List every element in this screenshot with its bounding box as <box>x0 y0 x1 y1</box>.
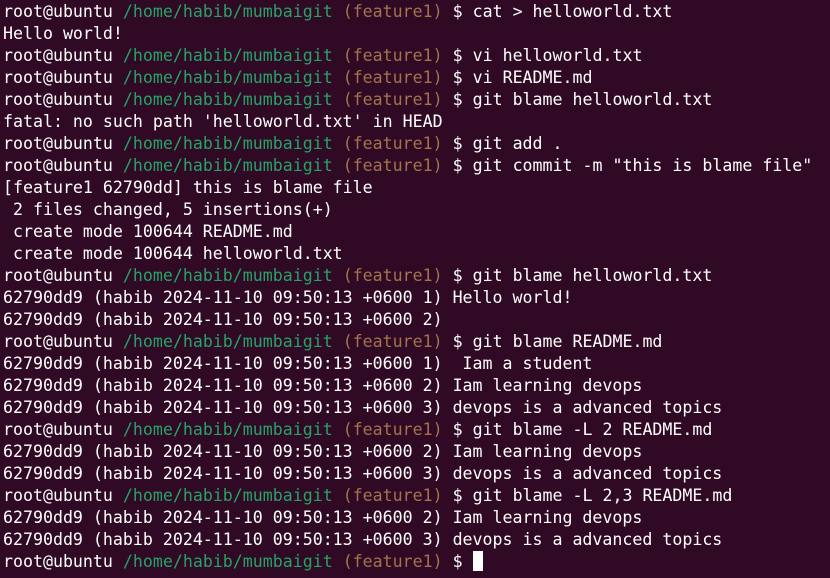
output-text: 62790dd9 (habib 2024-11-10 09:50:13 +060… <box>3 310 443 329</box>
prompt-symbol: $ <box>452 156 463 175</box>
command-text: git blame helloworld.txt <box>472 90 713 109</box>
output-text: 62790dd9 (habib 2024-11-10 09:50:13 +060… <box>3 508 643 527</box>
output-text: [feature1 62790dd] this is blame file <box>3 178 373 197</box>
output-line: 62790dd9 (habib 2024-11-10 09:50:13 +060… <box>3 353 830 375</box>
prompt-symbol: $ <box>452 420 463 439</box>
output-line: 62790dd9 (habib 2024-11-10 09:50:13 +060… <box>3 529 830 551</box>
prompt-symbol: $ <box>452 266 463 285</box>
prompt-branch: (feature1) <box>342 68 443 87</box>
prompt-line: root@ubuntu /home/habib/mumbaigit (featu… <box>3 89 830 111</box>
output-text: 62790dd9 (habib 2024-11-10 09:50:13 +060… <box>3 376 643 395</box>
command-text: vi README.md <box>472 68 593 87</box>
prompt-branch: (feature1) <box>342 90 443 109</box>
output-line: 62790dd9 (habib 2024-11-10 09:50:13 +060… <box>3 397 830 419</box>
prompt-branch: (feature1) <box>342 134 443 153</box>
prompt-user-host: root@ubuntu <box>3 420 113 439</box>
prompt-user-host: root@ubuntu <box>3 156 113 175</box>
prompt-line: root@ubuntu /home/habib/mumbaigit (featu… <box>3 551 830 573</box>
prompt-user-host: root@ubuntu <box>3 266 113 285</box>
output-text: 2 files changed, 5 insertions(+) <box>3 200 333 219</box>
output-line: 62790dd9 (habib 2024-11-10 09:50:13 +060… <box>3 287 830 309</box>
output-line: Hello world! <box>3 23 830 45</box>
prompt-branch: (feature1) <box>342 420 443 439</box>
output-text: Hello world! <box>3 24 123 43</box>
prompt-user-host: root@ubuntu <box>3 90 113 109</box>
prompt-symbol: $ <box>452 332 463 351</box>
output-line: [feature1 62790dd] this is blame file <box>3 177 830 199</box>
output-line: 62790dd9 (habib 2024-11-10 09:50:13 +060… <box>3 309 830 331</box>
prompt-symbol: $ <box>452 134 463 153</box>
prompt-path: /home/habib/mumbaigit <box>122 332 333 351</box>
prompt-line: root@ubuntu /home/habib/mumbaigit (featu… <box>3 485 830 507</box>
prompt-line: root@ubuntu /home/habib/mumbaigit (featu… <box>3 45 830 67</box>
prompt-symbol: $ <box>452 2 463 21</box>
prompt-user-host: root@ubuntu <box>3 486 113 505</box>
output-line: 2 files changed, 5 insertions(+) <box>3 199 830 221</box>
output-line: 62790dd9 (habib 2024-11-10 09:50:13 +060… <box>3 375 830 397</box>
prompt-user-host: root@ubuntu <box>3 332 113 351</box>
output-text: 62790dd9 (habib 2024-11-10 09:50:13 +060… <box>3 464 723 483</box>
prompt-symbol: $ <box>452 486 463 505</box>
prompt-path: /home/habib/mumbaigit <box>122 46 333 65</box>
output-line: 62790dd9 (habib 2024-11-10 09:50:13 +060… <box>3 507 830 529</box>
command-text: git blame README.md <box>472 332 663 351</box>
output-text: 62790dd9 (habib 2024-11-10 09:50:13 +060… <box>3 288 573 307</box>
prompt-path: /home/habib/mumbaigit <box>122 134 333 153</box>
prompt-user-host: root@ubuntu <box>3 46 113 65</box>
prompt-branch: (feature1) <box>342 486 443 505</box>
output-line: create mode 100644 README.md <box>3 221 830 243</box>
prompt-branch: (feature1) <box>342 332 443 351</box>
command-text: vi helloworld.txt <box>472 46 643 65</box>
prompt-line: root@ubuntu /home/habib/mumbaigit (featu… <box>3 265 830 287</box>
output-text: create mode 100644 README.md <box>3 222 293 241</box>
prompt-path: /home/habib/mumbaigit <box>122 266 333 285</box>
output-line: 62790dd9 (habib 2024-11-10 09:50:13 +060… <box>3 463 830 485</box>
prompt-line: root@ubuntu /home/habib/mumbaigit (featu… <box>3 331 830 353</box>
prompt-line: root@ubuntu /home/habib/mumbaigit (featu… <box>3 155 830 177</box>
output-text: create mode 100644 helloworld.txt <box>3 244 343 263</box>
prompt-symbol: $ <box>452 68 463 87</box>
output-text: 62790dd9 (habib 2024-11-10 09:50:13 +060… <box>3 398 723 417</box>
output-text: fatal: no such path 'helloworld.txt' in … <box>3 112 443 131</box>
prompt-symbol: $ <box>452 90 463 109</box>
prompt-path: /home/habib/mumbaigit <box>122 552 333 571</box>
prompt-path: /home/habib/mumbaigit <box>122 90 333 109</box>
prompt-line: root@ubuntu /home/habib/mumbaigit (featu… <box>3 1 830 23</box>
text-cursor[interactable] <box>472 551 483 571</box>
command-text: git commit -m "this is blame file" <box>472 156 813 175</box>
output-text: 62790dd9 (habib 2024-11-10 09:50:13 +060… <box>3 354 593 373</box>
prompt-user-host: root@ubuntu <box>3 552 113 571</box>
prompt-branch: (feature1) <box>342 156 443 175</box>
prompt-path: /home/habib/mumbaigit <box>122 486 333 505</box>
prompt-branch: (feature1) <box>342 2 443 21</box>
output-line: 62790dd9 (habib 2024-11-10 09:50:13 +060… <box>3 441 830 463</box>
prompt-path: /home/habib/mumbaigit <box>122 68 333 87</box>
output-text: 62790dd9 (habib 2024-11-10 09:50:13 +060… <box>3 530 723 549</box>
output-text: 62790dd9 (habib 2024-11-10 09:50:13 +060… <box>3 442 643 461</box>
command-text: git blame -L 2 README.md <box>472 420 713 439</box>
command-text: git blame -L 2,3 README.md <box>472 486 733 505</box>
prompt-line: root@ubuntu /home/habib/mumbaigit (featu… <box>3 133 830 155</box>
command-text: git blame helloworld.txt <box>472 266 713 285</box>
prompt-path: /home/habib/mumbaigit <box>122 2 333 21</box>
prompt-symbol: $ <box>452 552 463 571</box>
prompt-branch: (feature1) <box>342 266 443 285</box>
prompt-line: root@ubuntu /home/habib/mumbaigit (featu… <box>3 67 830 89</box>
prompt-path: /home/habib/mumbaigit <box>122 420 333 439</box>
command-text: cat > helloworld.txt <box>472 2 673 21</box>
command-text: git add . <box>472 134 563 153</box>
prompt-line: root@ubuntu /home/habib/mumbaigit (featu… <box>3 419 830 441</box>
prompt-branch: (feature1) <box>342 46 443 65</box>
prompt-symbol: $ <box>452 46 463 65</box>
prompt-path: /home/habib/mumbaigit <box>122 156 333 175</box>
output-line: create mode 100644 helloworld.txt <box>3 243 830 265</box>
output-line: fatal: no such path 'helloworld.txt' in … <box>3 111 830 133</box>
prompt-user-host: root@ubuntu <box>3 134 113 153</box>
prompt-branch: (feature1) <box>342 552 443 571</box>
prompt-user-host: root@ubuntu <box>3 2 113 21</box>
prompt-user-host: root@ubuntu <box>3 68 113 87</box>
terminal-window[interactable]: root@ubuntu /home/habib/mumbaigit (featu… <box>0 0 830 578</box>
